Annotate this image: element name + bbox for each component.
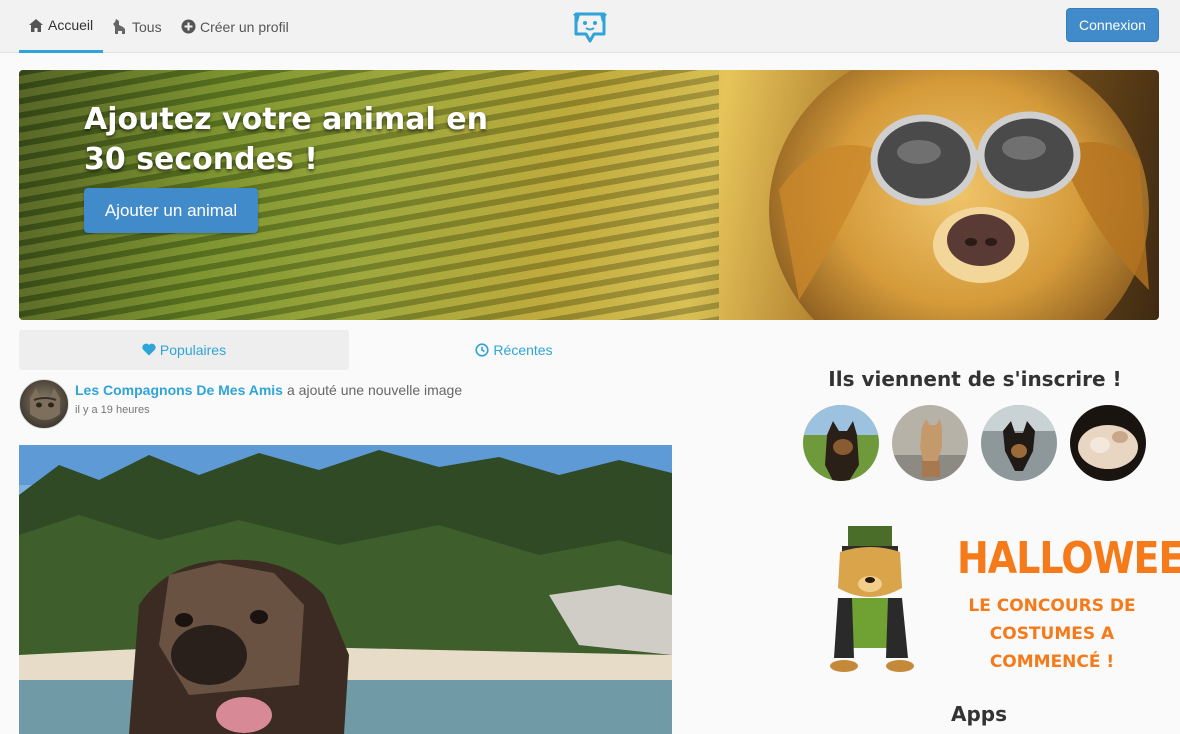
hero-banner: Ajoutez votre animal en 30 secondes ! Aj… [19, 70, 1159, 320]
heart-icon [142, 343, 156, 357]
halloween-dog-image [830, 526, 914, 672]
tab-recent[interactable]: Récentes [349, 330, 679, 370]
nav-home[interactable]: Accueil [19, 0, 103, 53]
nav-all-label: Tous [132, 18, 162, 35]
promo-subtitle: LE CONCOURS DE COSTUMES A COMMENCÉ ! [968, 596, 1136, 672]
post-timestamp: il y a 19 heures [75, 404, 150, 416]
tab-popular-label: Populaires [159, 342, 227, 358]
post-image[interactable] [19, 445, 672, 734]
halloween-contest-banner[interactable]: HALLOWEEN LE CONCOURS DE COSTUMES A COMM… [820, 518, 1180, 678]
tab-popular[interactable]: Populaires [19, 330, 349, 370]
nav-create-label: Créer un profil [200, 18, 289, 35]
new-members-title: Ils viennent de s'inscrire ! [828, 367, 1122, 391]
new-member-avatar[interactable] [1070, 405, 1146, 481]
new-member-avatar[interactable] [892, 405, 968, 481]
new-member-avatar[interactable] [981, 405, 1057, 481]
dog-icon [112, 19, 128, 35]
home-icon [28, 17, 44, 33]
hero-dog-image [769, 70, 1149, 320]
post-author-avatar[interactable] [19, 379, 69, 429]
post-author-link[interactable]: Les Compagnons De Mes Amis [75, 382, 283, 398]
login-button[interactable]: Connexion [1066, 8, 1159, 42]
nav-create-profile[interactable]: Créer un profil [180, 0, 289, 53]
add-animal-button[interactable]: Ajouter un animal [84, 188, 258, 233]
top-navbar: Accueil Tous Créer un profil Connexion [0, 0, 1180, 53]
apps-title: Apps [950, 702, 1007, 726]
site-logo[interactable] [572, 10, 608, 43]
post-action-text: a ajouté une nouvelle image [287, 382, 463, 398]
plus-circle-icon [180, 19, 196, 35]
tab-recent-label: Récentes [493, 342, 553, 358]
hero-title: Ajoutez votre animal en 30 secondes ! [84, 102, 488, 177]
new-member-avatar[interactable] [803, 405, 879, 481]
promo-title: HALLOWEEN [957, 532, 1180, 584]
nav-home-label: Accueil [48, 17, 94, 33]
nav-all[interactable]: Tous [112, 0, 162, 53]
clock-icon [475, 343, 490, 357]
